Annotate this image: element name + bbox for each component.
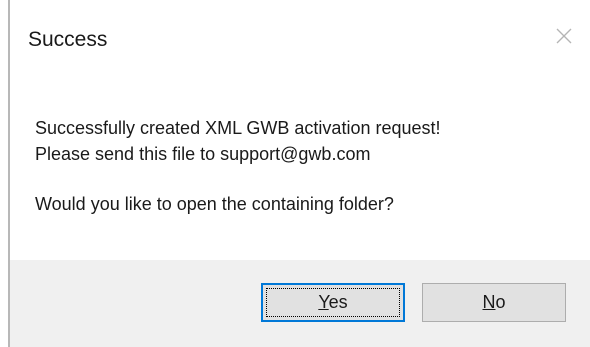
question-text: Would you like to open the containing fo… (35, 194, 394, 214)
close-button[interactable] (546, 18, 582, 54)
yes-button[interactable]: Yes (261, 283, 405, 322)
focus-rectangle (266, 288, 400, 317)
message-line-2: Please send this file to support@gwb.com (35, 144, 371, 164)
dialog-title: Success (28, 28, 108, 51)
no-label-rest: o (495, 292, 506, 312)
close-icon (556, 28, 572, 44)
no-button-label: No (482, 292, 505, 313)
no-button[interactable]: No (422, 283, 566, 322)
message-dialog: Success Successfully created XML GWB act… (0, 0, 590, 347)
no-mnemonic: N (482, 292, 496, 312)
message-line-1: Successfully created XML GWB activation … (35, 118, 441, 138)
